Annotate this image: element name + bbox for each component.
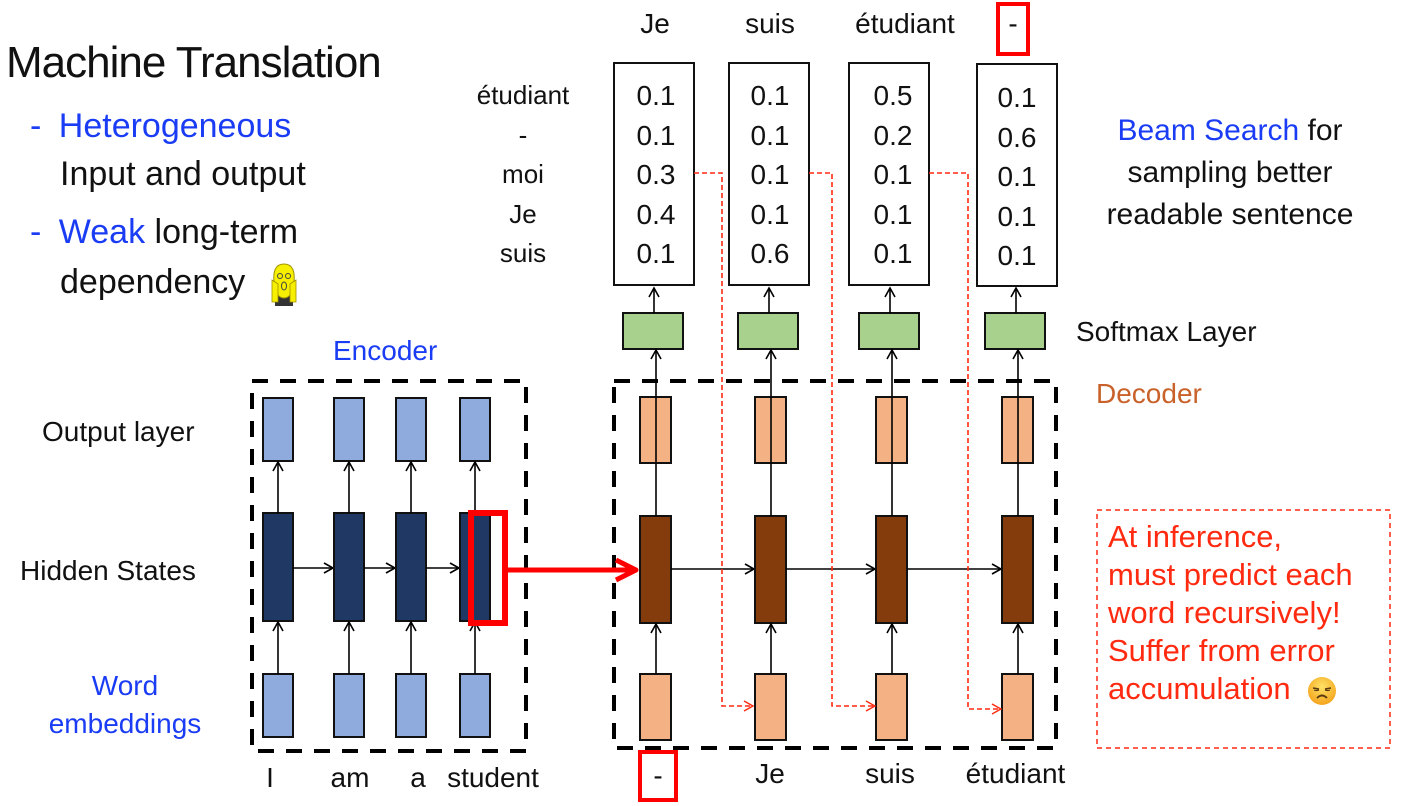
probability-box bbox=[728, 62, 810, 286]
end-token-highlight bbox=[996, 2, 1030, 56]
softmax-cell bbox=[858, 312, 920, 350]
encoder-output-cell bbox=[262, 397, 294, 462]
encoder-hidden-cell bbox=[262, 512, 294, 622]
inference-note-border bbox=[1096, 509, 1391, 749]
decoder-hidden-cell bbox=[1001, 515, 1034, 624]
softmax-cell bbox=[984, 312, 1046, 350]
encoder-hidden-cell bbox=[395, 512, 427, 622]
decoder-embedding-cell bbox=[1001, 673, 1034, 741]
decoder-embedding-cell bbox=[754, 673, 787, 741]
encoder-hidden-cell bbox=[333, 512, 365, 622]
probability-box bbox=[848, 62, 930, 286]
encoder-output-cell bbox=[459, 397, 491, 462]
decoder-hidden-cell bbox=[639, 515, 672, 624]
encoder-embedding-cell bbox=[333, 673, 365, 738]
softmax-cell bbox=[737, 312, 799, 350]
softmax-cell bbox=[622, 312, 684, 350]
encoder-embedding-cell bbox=[262, 673, 294, 738]
start-token-highlight bbox=[638, 750, 678, 802]
encoder-embedding-cell bbox=[459, 673, 491, 738]
decoder-hidden-cell bbox=[875, 515, 908, 624]
decoder-hidden-cell bbox=[754, 515, 787, 624]
decoder-frame bbox=[612, 379, 1058, 750]
encoder-hidden-cell bbox=[459, 512, 491, 622]
seq2seq-diagram bbox=[250, 2, 1391, 802]
encoder-output-cell bbox=[333, 397, 365, 462]
decoder-embedding-cell bbox=[639, 673, 672, 741]
probability-box bbox=[613, 62, 695, 286]
encoder-embedding-cell bbox=[395, 673, 427, 738]
encoder-output-cell bbox=[395, 397, 427, 462]
probability-box bbox=[976, 63, 1058, 287]
decoder-embedding-cell bbox=[875, 673, 908, 741]
